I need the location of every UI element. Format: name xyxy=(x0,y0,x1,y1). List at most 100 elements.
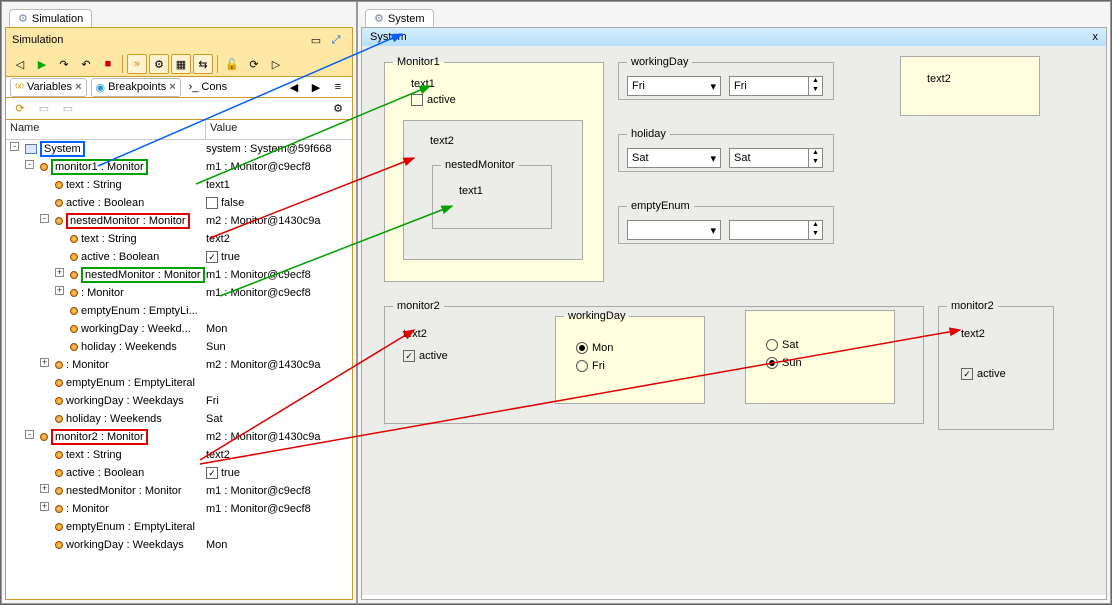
radio-option[interactable]: Mon xyxy=(576,342,684,354)
sim-title-bar: Simulation ▭ ⤢ xyxy=(6,28,352,52)
tree-row[interactable]: - Systemsystem : System@59f668 xyxy=(6,140,352,158)
tree-value: m1 : Monitor@c9ecf8 xyxy=(206,485,352,497)
tab-simulation[interactable]: ⚙ Simulation xyxy=(9,9,92,27)
tab-cons[interactable]: ›_ Cons xyxy=(185,79,231,95)
radio-icon xyxy=(576,342,588,354)
radio-option[interactable]: Sun xyxy=(766,357,874,369)
close-icon[interactable]: x xyxy=(1093,31,1099,43)
next-icon[interactable]: ▷ xyxy=(266,54,286,74)
workingday-legend: workingDay xyxy=(627,56,692,68)
expand-icon[interactable]: + xyxy=(55,286,64,295)
link-icon[interactable]: ⇆ xyxy=(193,54,213,74)
tree-row[interactable]: holiday : WeekendsSun xyxy=(6,338,352,356)
system-title: System xyxy=(370,31,1093,43)
tab-left-icon[interactable]: ◀ xyxy=(284,77,304,97)
stop-icon[interactable]: ■ xyxy=(98,54,118,74)
workingday-combo[interactable]: Fri ▾ xyxy=(627,76,721,96)
holiday-spinner[interactable]: Sat ▲▼ xyxy=(729,148,823,168)
spin-up-icon[interactable]: ▲ xyxy=(809,149,822,158)
emptyenum-spinner[interactable]: ▲▼ xyxy=(729,220,823,240)
step-in-icon[interactable]: ↷ xyxy=(54,54,74,74)
tab-variables[interactable]: ⁽ˣ⁾ Variables × xyxy=(10,78,87,97)
refresh-icon[interactable]: ⟳ xyxy=(10,99,30,119)
gear-icon[interactable]: ⚙ xyxy=(149,54,169,74)
tree-row[interactable]: workingDay : Weekd...Mon xyxy=(6,320,352,338)
panel-monitor1-legend: Monitor1 xyxy=(393,56,444,68)
holiday-combo[interactable]: Sat ▾ xyxy=(627,148,721,168)
checkbox[interactable]: ✓ xyxy=(206,251,218,263)
monitor1-active-checkbox[interactable] xyxy=(411,94,423,106)
spin-down-icon[interactable]: ▼ xyxy=(809,158,822,167)
header-value[interactable]: Value xyxy=(206,120,241,139)
monitor2-left-active-checkbox[interactable]: ✓ xyxy=(403,350,415,362)
tab-breakpoints[interactable]: ◉ Breakpoints × xyxy=(91,78,181,97)
checkbox[interactable] xyxy=(206,197,218,209)
expand-icon[interactable]: ▭ xyxy=(58,99,78,119)
step-out-icon[interactable]: ↶ xyxy=(76,54,96,74)
header-name[interactable]: Name xyxy=(6,120,206,139)
fast-forward-icon[interactable]: » xyxy=(127,54,147,74)
tree-row[interactable]: holiday : WeekendsSat xyxy=(6,410,352,428)
collapse-icon[interactable]: - xyxy=(40,214,49,223)
tree-row[interactable]: active : Boolean✓true xyxy=(6,248,352,266)
expand-icon[interactable]: + xyxy=(40,484,49,493)
maximize-icon[interactable]: ⤢ xyxy=(326,30,346,50)
tree-row[interactable]: - monitor1 : Monitorm1 : Monitor@c9ecf8 xyxy=(6,158,352,176)
tree-row[interactable]: + nestedMonitor : Monitorm1 : Monitor@c9… xyxy=(6,266,352,284)
tree-row[interactable]: - nestedMonitor : Monitorm2 : Monitor@14… xyxy=(6,212,352,230)
spin-down-icon[interactable]: ▼ xyxy=(809,86,822,95)
tab-menu-icon[interactable]: ≡ xyxy=(328,77,348,97)
tree-row[interactable]: active : Boolean✓true xyxy=(6,464,352,482)
run-icon[interactable]: ▶ xyxy=(32,54,52,74)
tree-label: monitor1 : Monitor xyxy=(51,159,148,175)
emptyenum-combo[interactable]: ▾ xyxy=(627,220,721,240)
minimize-icon[interactable]: ▭ xyxy=(306,30,326,50)
spin-up-icon[interactable]: ▲ xyxy=(809,221,822,230)
tree-row[interactable]: + : Monitorm2 : Monitor@1430c9a xyxy=(6,356,352,374)
expand-icon[interactable]: + xyxy=(40,358,49,367)
tree-label: text : String xyxy=(66,449,122,461)
tree-row[interactable]: text : Stringtext2 xyxy=(6,446,352,464)
settings-gear-icon[interactable]: ⚙ xyxy=(328,99,348,119)
radio-option[interactable]: Fri xyxy=(576,360,684,372)
tree-row[interactable]: + : Monitorm1 : Monitor@c9ecf8 xyxy=(6,284,352,302)
spin-up-icon[interactable]: ▲ xyxy=(809,77,822,86)
collapse-icon[interactable]: ▭ xyxy=(34,99,54,119)
tree-row[interactable]: workingDay : WeekdaysMon xyxy=(6,536,352,554)
close-icon[interactable]: × xyxy=(75,81,81,93)
tree-row[interactable]: + : Monitorm1 : Monitor@c9ecf8 xyxy=(6,500,352,518)
tab-system[interactable]: ⚙ System xyxy=(365,9,434,27)
radio-option[interactable]: Sat xyxy=(766,339,874,351)
close-icon[interactable]: × xyxy=(169,81,175,93)
panel-workingday: workingDay Fri ▾ Fri ▲▼ xyxy=(618,56,834,100)
grid-icon[interactable]: ▦ xyxy=(171,54,191,74)
tree-row[interactable]: active : Booleanfalse xyxy=(6,194,352,212)
tree-row[interactable]: emptyEnum : EmptyLiteral xyxy=(6,518,352,536)
tree-row[interactable]: text : Stringtext2 xyxy=(6,230,352,248)
monitor2-right-active-checkbox[interactable]: ✓ xyxy=(961,368,973,380)
collapse-icon[interactable]: - xyxy=(25,160,34,169)
tree-row[interactable]: emptyEnum : EmptyLi... xyxy=(6,302,352,320)
spin-down-icon[interactable]: ▼ xyxy=(809,230,822,239)
property-icon xyxy=(70,235,78,243)
prev-icon[interactable]: ◁ xyxy=(10,54,30,74)
tree-row[interactable]: text : Stringtext1 xyxy=(6,176,352,194)
tree-row[interactable]: workingDay : WeekdaysFri xyxy=(6,392,352,410)
tree-label: emptyEnum : EmptyLi... xyxy=(81,305,198,317)
checkbox[interactable]: ✓ xyxy=(206,467,218,479)
expand-icon[interactable]: + xyxy=(55,268,64,277)
workingday-spinner[interactable]: Fri ▲▼ xyxy=(729,76,823,96)
lock-icon[interactable]: 🔓 xyxy=(222,54,242,74)
refresh-icon[interactable]: ⟳ xyxy=(244,54,264,74)
chevron-down-icon: ▾ xyxy=(710,224,716,237)
tree-row[interactable]: emptyEnum : EmptyLiteral xyxy=(6,374,352,392)
tree-value: text2 xyxy=(206,233,352,245)
radio-label: Fri xyxy=(592,360,605,372)
collapse-icon[interactable]: - xyxy=(25,430,34,439)
tree-row[interactable]: - monitor2 : Monitorm2 : Monitor@1430c9a xyxy=(6,428,352,446)
variables-tree[interactable]: - Systemsystem : System@59f668- monitor1… xyxy=(6,140,352,599)
expand-icon[interactable]: + xyxy=(40,502,49,511)
tree-row[interactable]: + nestedMonitor : Monitorm1 : Monitor@c9… xyxy=(6,482,352,500)
collapse-icon[interactable]: - xyxy=(10,142,19,151)
tab-right-icon[interactable]: ▶ xyxy=(306,77,326,97)
